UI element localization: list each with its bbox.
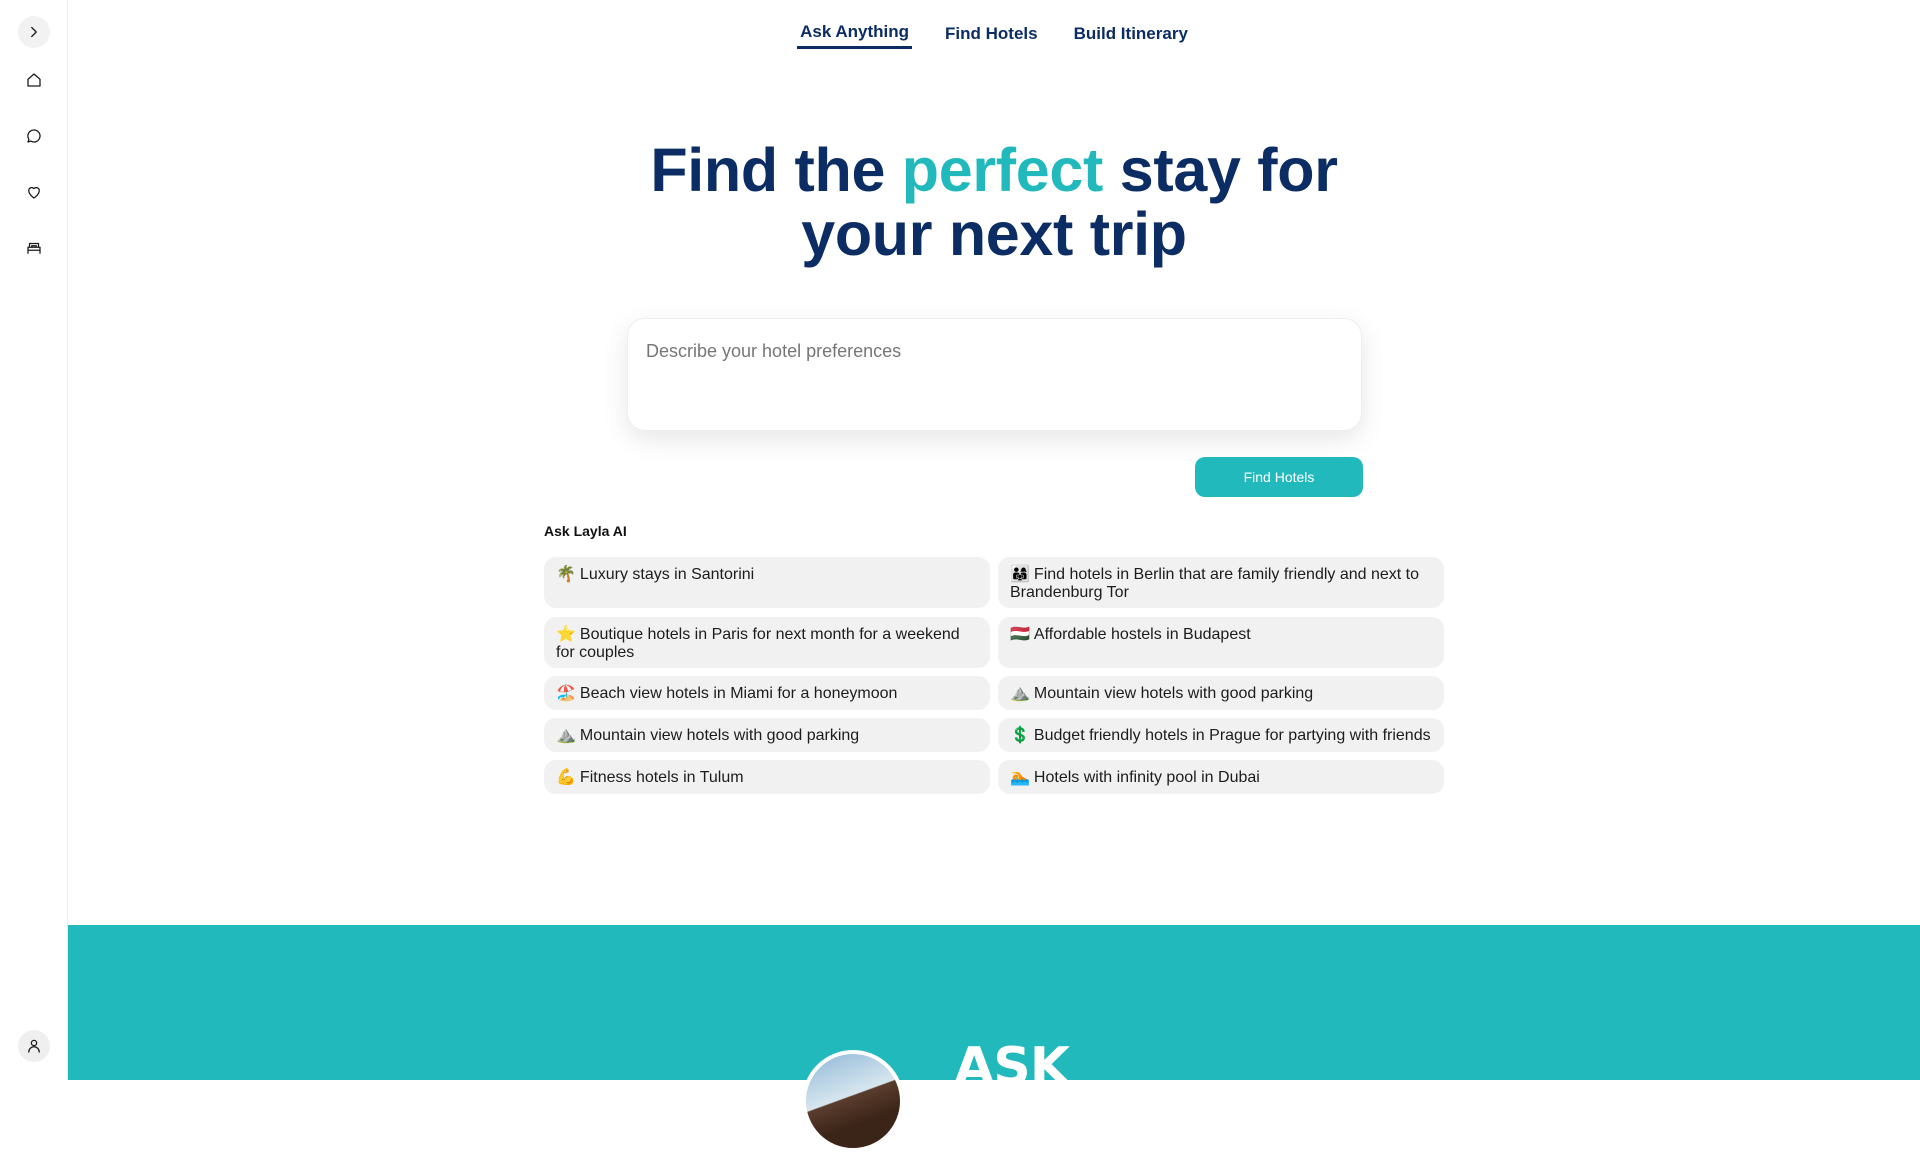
sidebar-item-home[interactable] [18,64,50,96]
suggestion-text: Fitness hotels in Tulum [579,769,744,786]
family-icon: 👨‍👩‍👧 [1010,566,1030,583]
headline-accent: perfect [901,136,1104,204]
suggestion-text: Mountain view hotels with good parking [579,727,860,744]
suggestion-text: Budget friendly hotels in Prague for par… [1033,727,1431,744]
swimmer-icon: 🏊 [1010,769,1030,786]
palm-tree-icon: 🌴 [556,566,576,583]
hungary-flag-icon: 🇭🇺 [1010,626,1030,643]
suggestion-text: Mountain view hotels with good parking [1033,685,1314,702]
heart-icon [28,186,40,199]
flexed-bicep-icon: 💪 [556,769,576,786]
sidebar-item-favorites[interactable] [18,176,50,208]
sidebar-item-hotels[interactable] [18,232,50,264]
suggestion-chip[interactable]: 🌴 Luxury stays in Santorini [544,557,990,608]
suggestion-text: Affordable hostels in Budapest [1033,626,1251,643]
star-icon: ⭐ [556,626,576,643]
suggestion-chip[interactable]: ⛰️ Mountain view hotels with good parking [998,676,1444,710]
suggestion-chip[interactable]: 💪 Fitness hotels in Tulum [544,760,990,794]
sidebar [0,0,68,1080]
promo-band: ASK [68,925,1920,1152]
mountain-icon: ⛰️ [556,727,576,744]
user-profile-button[interactable] [18,1030,50,1062]
suggestion-chip[interactable]: ⛰️ Mountain view hotels with good parking [544,718,990,752]
mode-tabs: Ask Anything Find Hotels Build Itinerary [68,22,1920,51]
suggestion-chip[interactable]: 💲 Budget friendly hotels in Prague for pa… [998,718,1444,752]
hotel-preferences-box [627,318,1362,431]
headline-post: stay for [1103,136,1338,204]
ask-logo: ASK [954,1037,1070,1097]
beach-umbrella-icon: 🏖️ [556,685,576,702]
headline-pre: Find the [650,136,902,204]
user-icon [28,1039,40,1053]
tab-build-itinerary[interactable]: Build Itinerary [1071,22,1191,51]
page-title: Find the perfect stay for your next trip [68,138,1920,266]
chat-icon [27,129,41,143]
suggestion-chip[interactable]: 🏊 Hotels with infinity pool in Dubai [998,760,1444,794]
sidebar-toggle-button[interactable] [18,16,50,48]
suggestion-text: Hotels with infinity pool in Dubai [1033,769,1260,786]
suggestion-text: Luxury stays in Santorini [579,566,755,583]
tab-ask-anything[interactable]: Ask Anything [797,20,913,49]
find-hotels-button[interactable]: Find Hotels [1195,457,1363,497]
chevron-right-icon [31,26,37,38]
suggestion-chip[interactable]: ⭐ Boutique hotels in Paris for next month… [544,617,990,668]
mountain-icon: ⛰️ [1010,685,1030,702]
suggestion-chip[interactable]: 🇭🇺 Affordable hostels in Budapest [998,617,1444,668]
main-content: Ask Anything Find Hotels Build Itinerary… [68,0,1920,1152]
headline-line2: your next trip [801,200,1187,268]
suggestions-heading: Ask Layla AI [544,523,627,539]
dollar-icon: 💲 [1010,727,1030,744]
hotel-preferences-input[interactable] [628,319,1361,430]
layla-avatar [802,1050,904,1152]
sidebar-item-chat[interactable] [18,120,50,152]
suggestion-chip[interactable]: 👨‍👩‍👧 Find hotels in Berlin that are fami… [998,557,1444,608]
suggestion-text: Boutique hotels in Paris for next month … [556,626,960,661]
suggestion-chip[interactable]: 🏖️ Beach view hotels in Miami for a honey… [544,676,990,710]
suggestion-text: Find hotels in Berlin that are family fr… [1010,566,1420,601]
suggestion-text: Beach view hotels in Miami for a honeymo… [579,685,898,702]
home-icon [27,73,41,87]
tab-find-hotels[interactable]: Find Hotels [942,22,1041,51]
bed-icon [27,242,41,254]
